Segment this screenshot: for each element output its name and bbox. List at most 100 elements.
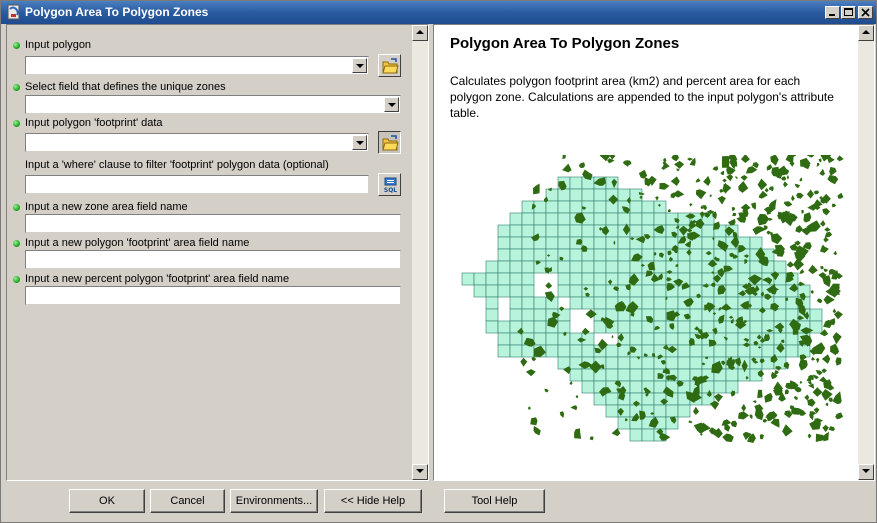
zone-cell bbox=[593, 200, 607, 214]
zone-cell bbox=[545, 236, 559, 250]
footprint-polygon bbox=[820, 266, 824, 270]
zone-cell bbox=[581, 188, 595, 202]
zone-area-field-input[interactable] bbox=[25, 214, 401, 233]
footprint-polygon bbox=[641, 193, 645, 195]
footprint-area-field-input[interactable] bbox=[25, 250, 401, 269]
footprint-polygon bbox=[836, 155, 844, 162]
zone-cell bbox=[533, 320, 547, 334]
zone-cell bbox=[509, 296, 523, 310]
footprint-polygon bbox=[712, 166, 719, 171]
zone-cell bbox=[653, 236, 667, 250]
footprint-polygon bbox=[798, 408, 807, 416]
zone-cell bbox=[629, 224, 643, 238]
dropdown-arrow-button[interactable] bbox=[352, 58, 367, 73]
zone-cell bbox=[809, 320, 823, 334]
scroll-down-button[interactable] bbox=[858, 464, 874, 480]
footprint-polygon bbox=[793, 258, 805, 271]
dropdown-arrow-button[interactable] bbox=[384, 97, 399, 112]
zone-cell bbox=[485, 272, 499, 286]
input-polygon-combo[interactable] bbox=[25, 56, 369, 75]
zone-cell bbox=[509, 224, 523, 238]
footprint-polygon bbox=[607, 158, 615, 164]
minimize-button[interactable] bbox=[825, 6, 840, 19]
required-bullet-icon bbox=[13, 276, 20, 283]
zone-cell bbox=[521, 260, 535, 274]
footprint-polygon bbox=[734, 176, 738, 180]
zone-cell bbox=[533, 296, 547, 310]
footprint-polygon bbox=[667, 209, 671, 213]
dropdown-arrow-button[interactable] bbox=[352, 135, 367, 150]
zone-cell bbox=[629, 320, 643, 334]
footprint-polygon bbox=[832, 332, 842, 345]
required-bullet-icon bbox=[13, 120, 20, 127]
footprint-polygon bbox=[726, 174, 734, 182]
footprint-polygon bbox=[533, 183, 540, 195]
help-scrollbar[interactable] bbox=[858, 25, 874, 480]
cancel-button[interactable]: Cancel bbox=[150, 489, 225, 513]
zone-cell bbox=[713, 380, 727, 394]
tool-help-button[interactable]: Tool Help bbox=[444, 489, 545, 513]
browse-input-polygon-button[interactable] bbox=[378, 54, 401, 77]
zone-cell bbox=[605, 260, 619, 274]
zone-field-combo[interactable] bbox=[25, 95, 401, 114]
where-clause-input[interactable] bbox=[25, 175, 369, 194]
zone-cell bbox=[629, 188, 643, 202]
title-bar[interactable]: Polygon Area To Polygon Zones bbox=[1, 1, 876, 24]
zone-cell bbox=[569, 344, 583, 358]
ok-button[interactable]: OK bbox=[69, 489, 145, 513]
help-description: Calculates polygon footprint area (km2) … bbox=[450, 74, 834, 120]
footprint-polygon bbox=[570, 405, 578, 411]
footprint-polygon bbox=[816, 162, 820, 168]
close-button[interactable] bbox=[858, 6, 873, 19]
footprint-polygon bbox=[784, 201, 793, 207]
zone-cell bbox=[581, 272, 595, 286]
zone-cell bbox=[497, 320, 511, 334]
zone-cell bbox=[485, 308, 499, 322]
footprint-polygon bbox=[703, 175, 711, 186]
zone-cell bbox=[569, 368, 583, 382]
footprint-polygon bbox=[833, 250, 838, 256]
environments-button[interactable]: Environments... bbox=[230, 489, 318, 513]
maximize-icon bbox=[844, 8, 853, 16]
zone-cell bbox=[773, 260, 787, 274]
footprint-polygon bbox=[688, 420, 693, 424]
zone-cell bbox=[533, 212, 547, 226]
footprint-area-field-label: Input a new polygon 'footprint' area fie… bbox=[25, 237, 250, 249]
scroll-up-button[interactable] bbox=[858, 25, 874, 41]
zone-cell bbox=[593, 212, 607, 226]
footprint-polygon bbox=[732, 212, 737, 217]
zone-cell bbox=[593, 188, 607, 202]
footprint-polygon bbox=[676, 168, 680, 172]
hide-help-button[interactable]: << Hide Help bbox=[324, 489, 422, 513]
zone-cell bbox=[569, 260, 583, 274]
footprint-polygon bbox=[809, 412, 814, 421]
zone-cell bbox=[653, 260, 667, 274]
chevron-down-icon bbox=[356, 141, 364, 145]
zone-cell bbox=[557, 200, 571, 214]
sql-query-builder-button[interactable]: SQL bbox=[378, 173, 401, 196]
footprint-polygon bbox=[766, 164, 773, 171]
zone-cell bbox=[641, 284, 655, 298]
maximize-button[interactable] bbox=[841, 6, 856, 19]
scroll-down-button[interactable] bbox=[412, 464, 428, 480]
footprint-polygon bbox=[770, 418, 780, 428]
zone-cell bbox=[725, 332, 739, 346]
footprint-data-combo[interactable] bbox=[25, 133, 369, 152]
footprint-polygon bbox=[730, 420, 738, 428]
footprint-polygon bbox=[709, 194, 712, 197]
footprint-polygon bbox=[752, 400, 757, 404]
footprint-polygon bbox=[796, 192, 804, 199]
zone-cell bbox=[641, 428, 655, 442]
footprint-polygon bbox=[831, 203, 837, 208]
footprint-polygon bbox=[740, 203, 751, 212]
zone-cell bbox=[641, 332, 655, 346]
parameters-scrollbar[interactable] bbox=[412, 25, 428, 480]
footprint-polygon bbox=[832, 308, 837, 314]
percent-area-field-input[interactable] bbox=[25, 286, 401, 305]
scroll-up-button[interactable] bbox=[412, 25, 428, 41]
zone-cell bbox=[629, 200, 643, 214]
footprint-polygon bbox=[520, 357, 528, 367]
browse-footprint-button[interactable] bbox=[378, 131, 401, 154]
footprint-polygon bbox=[807, 433, 812, 439]
footprint-polygon bbox=[562, 155, 566, 160]
